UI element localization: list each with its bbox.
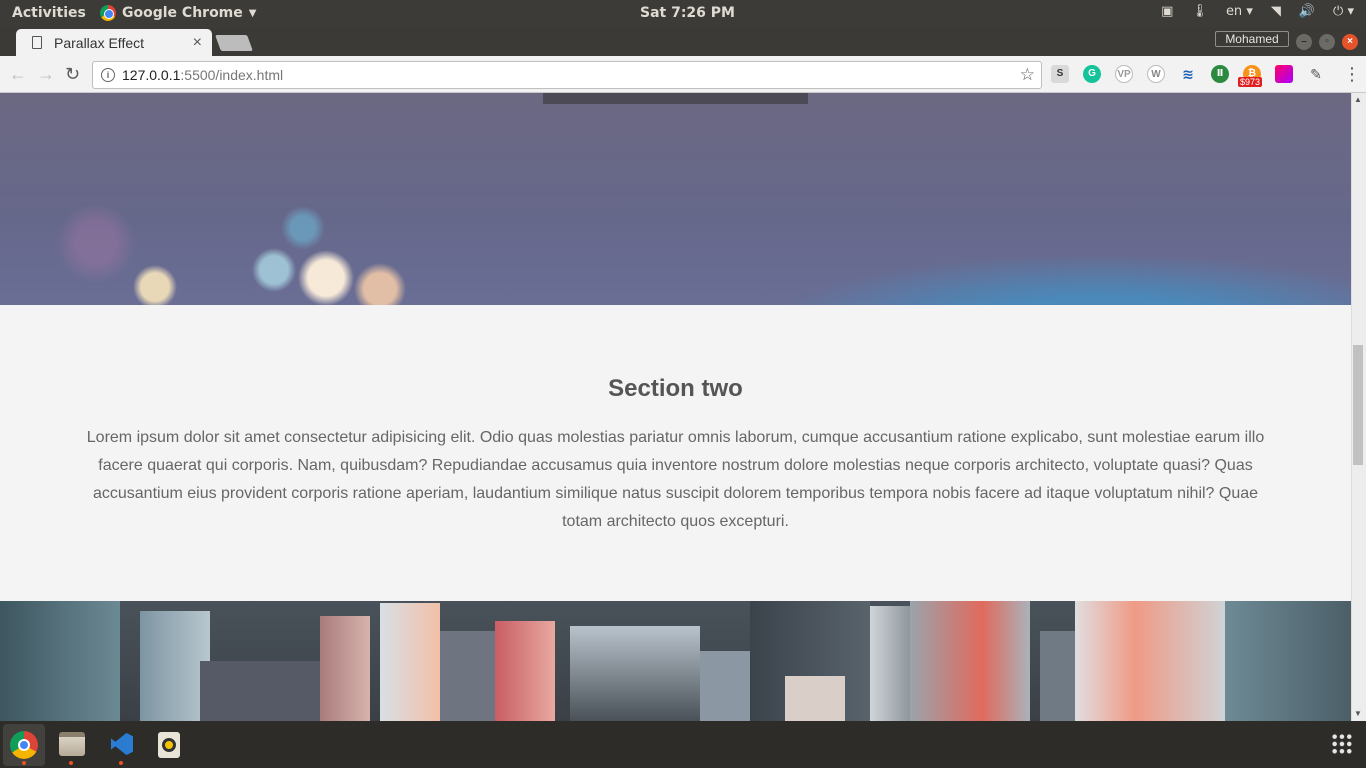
building xyxy=(380,603,440,721)
language-indicator[interactable]: en ▾ xyxy=(1226,4,1253,19)
scrollbar-thumb[interactable] xyxy=(1353,345,1363,465)
wifi-icon[interactable]: ◥ xyxy=(1271,4,1281,19)
section-title: Section two xyxy=(608,375,743,402)
dock-chrome[interactable] xyxy=(3,724,45,766)
extension-s-icon[interactable]: S xyxy=(1051,65,1069,83)
speaker-icon xyxy=(158,732,180,758)
chrome-icon xyxy=(10,731,38,759)
parallax-image-two-city xyxy=(0,601,1351,721)
address-bar[interactable]: i 127.0.0.1:5500/index.html ☆ xyxy=(92,61,1042,89)
close-window-button[interactable]: × xyxy=(1342,34,1358,50)
building xyxy=(320,616,370,721)
system-tray[interactable]: ▣ 🌡 en ▾ ◥ 🔊 ⏻ ▾ xyxy=(1161,4,1354,19)
section-body: Lorem ipsum dolor sit amet consectetur a… xyxy=(86,429,1265,530)
chrome-icon xyxy=(100,5,116,21)
minimize-button[interactable]: – xyxy=(1296,34,1312,50)
browser-toolbar: ← → ↻ i 127.0.0.1:5500/index.html ☆ S G … xyxy=(0,56,1366,93)
chevron-down-icon: ▼ xyxy=(248,7,257,19)
scroll-up-icon[interactable]: ▲ xyxy=(1354,95,1362,104)
url-host: 127.0.0.1 xyxy=(122,67,181,83)
tab-title: Parallax Effect xyxy=(54,34,145,51)
building xyxy=(495,621,555,721)
activities-button[interactable]: Activities xyxy=(12,5,86,21)
temperature-icon[interactable]: 🌡 xyxy=(1191,4,1208,19)
dock-vscode[interactable] xyxy=(100,724,142,766)
info-icon[interactable]: i xyxy=(101,68,115,82)
running-indicator xyxy=(119,761,123,765)
maximize-button[interactable]: ▫ xyxy=(1319,34,1335,50)
building xyxy=(910,601,1030,721)
grammarly-icon[interactable]: G xyxy=(1083,65,1101,83)
building xyxy=(440,631,500,721)
system-top-bar: Activities Google Chrome ▼ Sat 7:26 PM ▣… xyxy=(0,0,1366,27)
eyedropper-icon[interactable]: ✎ xyxy=(1307,65,1325,83)
url-path: :5500/index.html xyxy=(180,67,284,83)
dock-rhythmbox[interactable] xyxy=(147,724,189,766)
clipboard-indicator-icon[interactable]: ▣ xyxy=(1161,4,1173,19)
chrome-menu-icon[interactable]: ⋮ xyxy=(1343,64,1361,85)
building xyxy=(200,661,330,721)
steemit-icon[interactable]: ≋ xyxy=(1179,65,1197,83)
extension-color-icon[interactable] xyxy=(1275,65,1293,83)
power-icon[interactable]: ⏻ ▾ xyxy=(1333,4,1354,19)
building xyxy=(785,676,845,721)
vscode-icon xyxy=(111,733,133,755)
bitcoin-price-badge: $973 xyxy=(1238,77,1263,87)
clock[interactable]: Sat 7:26 PM xyxy=(640,5,735,21)
new-tab-button[interactable] xyxy=(215,35,253,51)
parallax-image-one xyxy=(0,93,1351,305)
wordpress-icon[interactable]: W xyxy=(1147,65,1165,83)
page-viewport: Section two Lorem ipsum dolor sit amet c… xyxy=(0,93,1351,721)
back-arrow-icon[interactable]: ← xyxy=(9,64,27,85)
volume-icon[interactable]: 🔊 xyxy=(1299,4,1315,19)
file-cabinet-icon xyxy=(59,732,85,756)
scroll-down-icon[interactable]: ▼ xyxy=(1354,709,1362,718)
building xyxy=(570,626,700,721)
building xyxy=(0,601,120,721)
building xyxy=(1225,601,1351,721)
forward-arrow-icon[interactable]: → xyxy=(37,64,55,85)
page-icon xyxy=(32,36,42,49)
section-two: Section two Lorem ipsum dolor sit amet c… xyxy=(0,305,1351,601)
extension-vp-icon[interactable]: VP xyxy=(1115,65,1133,83)
dock-files[interactable] xyxy=(50,724,92,766)
bookmark-star-icon[interactable]: ☆ xyxy=(1020,65,1035,85)
building xyxy=(870,606,910,721)
app-menu-label: Google Chrome xyxy=(122,5,243,21)
app-menu[interactable]: Google Chrome ▼ xyxy=(100,5,256,21)
extension-toggle-icon[interactable]: Ⅱ xyxy=(1211,65,1229,83)
profile-button[interactable]: Mohamed xyxy=(1215,31,1289,47)
language-label: en xyxy=(1225,4,1243,19)
tab-strip: Parallax Effect × xyxy=(0,27,1366,56)
building xyxy=(1075,601,1225,721)
close-icon[interactable]: × xyxy=(193,34,202,52)
tab-parallax-effect[interactable]: Parallax Effect × xyxy=(16,29,212,56)
running-indicator xyxy=(22,761,26,765)
reload-icon[interactable]: ↻ xyxy=(65,64,80,85)
ubuntu-dock xyxy=(0,721,1366,768)
running-indicator xyxy=(69,761,73,765)
show-applications-icon[interactable] xyxy=(1331,733,1353,755)
heading-band xyxy=(543,93,808,104)
